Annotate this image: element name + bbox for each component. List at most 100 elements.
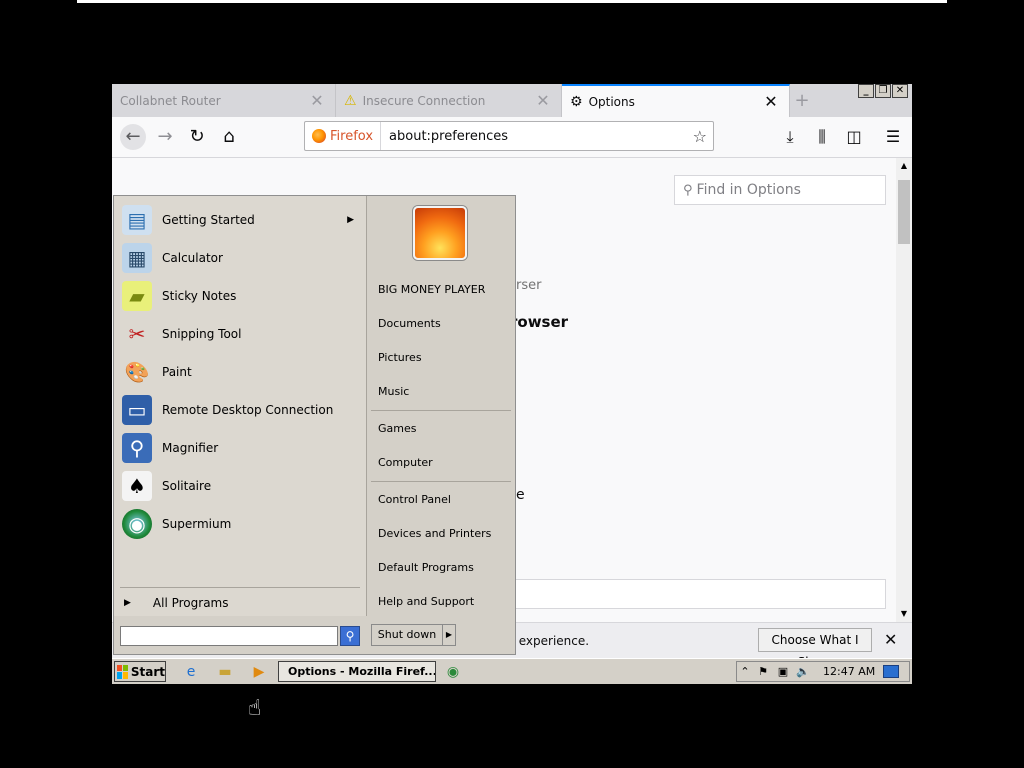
start-item-documents[interactable]: Documents — [378, 314, 441, 334]
start-item-music[interactable]: Music — [378, 382, 409, 402]
task-label: Options - Mozilla Firef... — [288, 665, 436, 678]
all-programs-label: All Programs — [152, 596, 229, 610]
start-search-input[interactable] — [120, 626, 338, 646]
start-item-control-panel[interactable]: Control Panel — [378, 490, 451, 510]
start-item-calculator[interactable]: ▦ Calculator — [122, 240, 362, 276]
windows-logo-icon — [117, 664, 128, 679]
start-user-name[interactable]: BIG MONEY PLAYER — [378, 280, 485, 300]
start-item-sticky-notes[interactable]: ▰ Sticky Notes — [122, 278, 362, 314]
notification-text: r experience. — [510, 634, 590, 648]
start-item-paint[interactable]: 🎨 Paint — [122, 354, 362, 390]
start-item-label: Snipping Tool — [162, 327, 242, 341]
back-arrow-icon[interactable]: ← — [120, 124, 146, 150]
remote-desktop-icon: ▭ — [122, 395, 152, 425]
start-menu-places: BIG MONEY PLAYER Documents Pictures Musi… — [367, 196, 515, 654]
content-text-fragment: e — [516, 487, 525, 503]
start-item-computer[interactable]: Computer — [378, 453, 433, 473]
start-item-games[interactable]: Games — [378, 419, 416, 439]
identity-label: Firefox — [330, 128, 374, 144]
submenu-arrow-icon: ▶ — [347, 215, 354, 225]
scroll-down-icon[interactable]: ▼ — [896, 606, 912, 622]
sidebar-icon[interactable]: ◫ — [841, 124, 867, 150]
choose-what-i-share-button[interactable]: Choose What I Share — [758, 628, 872, 669]
show-desktop-icon[interactable] — [883, 665, 900, 678]
tab-insecure-connection[interactable]: ⚠ Insecure Connection ✕ — [336, 84, 562, 117]
start-item-remote-desktop[interactable]: ▭ Remote Desktop Connection — [122, 392, 362, 428]
hamburger-menu-icon[interactable]: ☰ — [880, 124, 906, 150]
close-icon[interactable]: ✕ — [884, 630, 897, 649]
getting-started-icon: ▤ — [122, 205, 152, 235]
divider — [120, 587, 360, 588]
content-text-fragment: rser — [516, 278, 542, 293]
find-placeholder: Find in Options — [696, 182, 801, 198]
downloads-icon[interactable]: ⤓ — [777, 124, 803, 150]
reload-icon[interactable]: ↻ — [184, 124, 210, 150]
new-tab-icon[interactable]: + — [792, 90, 812, 111]
all-programs-item[interactable]: ▶ All Programs — [124, 596, 229, 610]
shutdown-button[interactable]: Shut down — [372, 625, 443, 645]
content-field[interactable] — [512, 579, 886, 609]
find-in-options-field[interactable]: ⚲ Find in Options — [674, 175, 886, 205]
action-center-flag-icon[interactable]: ⚑ — [753, 665, 773, 678]
start-item-default-programs[interactable]: Default Programs — [378, 558, 474, 578]
start-item-label: Calculator — [162, 251, 223, 265]
calculator-icon: ▦ — [122, 243, 152, 273]
start-item-label: Solitaire — [162, 479, 212, 493]
screen-top-strip — [77, 0, 947, 3]
url-text[interactable]: about:preferences — [389, 129, 693, 144]
scroll-thumb[interactable] — [898, 180, 910, 244]
window-caption-buttons: _ ❐ ✕ — [858, 84, 908, 98]
folder-icon[interactable]: ▬ — [216, 663, 234, 681]
internet-explorer-icon[interactable]: e — [182, 663, 200, 681]
search-icon[interactable]: ⚲ — [340, 626, 360, 646]
start-item-label: Paint — [162, 365, 192, 379]
snipping-tool-icon: ✂ — [128, 322, 146, 346]
tab-label: Insecure Connection — [362, 93, 486, 108]
start-button[interactable]: Start — [114, 661, 166, 682]
start-item-devices-and-printers[interactable]: Devices and Printers — [378, 524, 491, 544]
volume-icon[interactable]: 🔈 — [793, 665, 813, 678]
identity-box[interactable]: Firefox — [305, 122, 382, 150]
taskbar: Start e ▬ ▶ Options - Mozilla Firef... ◉… — [112, 658, 912, 684]
media-player-icon[interactable]: ▶ — [250, 663, 268, 681]
network-icon[interactable]: ▣ — [773, 665, 793, 678]
start-item-solitaire[interactable]: ♠ Solitaire — [122, 468, 362, 504]
supermium-icon: ◉ — [122, 509, 152, 539]
url-bar[interactable]: Firefox about:preferences ☆ — [304, 121, 714, 151]
tab-label: Options — [588, 94, 635, 109]
start-item-pictures[interactable]: Pictures — [378, 348, 422, 368]
system-tray: ⌃ ⚑ ▣ 🔈 12:47 AM — [736, 661, 910, 682]
tab-collabnet-router[interactable]: Collabnet Router ✕ — [112, 84, 336, 117]
tab-label: Collabnet Router — [120, 93, 221, 108]
taskbar-task-firefox[interactable]: Options - Mozilla Firef... — [278, 661, 436, 682]
tab-strip: Collabnet Router ✕ ⚠ Insecure Connection… — [112, 84, 912, 117]
bookmark-star-icon[interactable]: ☆ — [693, 127, 707, 146]
scroll-up-icon[interactable]: ▲ — [896, 158, 912, 174]
close-icon[interactable]: ✕ — [763, 92, 779, 111]
start-menu: ▤ Getting Started ▶ ▦ Calculator ▰ Stick… — [113, 195, 516, 655]
close-window-icon[interactable]: ✕ — [892, 84, 908, 98]
forward-arrow-icon[interactable]: → — [152, 124, 178, 150]
start-item-help-and-support[interactable]: Help and Support — [378, 592, 474, 612]
close-icon[interactable]: ✕ — [535, 91, 551, 110]
close-icon[interactable]: ✕ — [309, 91, 325, 110]
library-icon[interactable]: ⫼ — [809, 124, 835, 150]
shutdown-options-arrow-icon[interactable]: ▶ — [443, 625, 455, 645]
gear-icon: ⚙ — [570, 93, 583, 110]
clock[interactable]: 12:47 AM — [823, 665, 875, 678]
start-item-getting-started[interactable]: ▤ Getting Started ▶ — [122, 202, 362, 238]
restore-icon[interactable]: ❐ — [875, 84, 891, 98]
show-hidden-icons-icon[interactable]: ⌃ — [737, 665, 753, 678]
vertical-scrollbar[interactable]: ▲ ▼ — [896, 158, 912, 622]
content-heading-fragment: rowser — [510, 313, 569, 331]
supermium-icon[interactable]: ◉ — [444, 663, 462, 681]
start-item-snipping-tool[interactable]: ✂ Snipping Tool — [122, 316, 362, 352]
minimize-icon[interactable]: _ — [858, 84, 874, 98]
start-item-magnifier[interactable]: ⚲ Magnifier — [122, 430, 362, 466]
home-icon[interactable]: ⌂ — [216, 124, 242, 150]
tab-options[interactable]: ⚙ Options ✕ — [562, 84, 790, 117]
start-item-supermium[interactable]: ◉ Supermium — [122, 506, 362, 542]
navigation-toolbar: ← → ↻ ⌂ Firefox about:preferences ☆ ⤓ ⫼ … — [112, 117, 912, 158]
magnifier-icon: ⚲ — [122, 433, 152, 463]
user-picture[interactable] — [413, 206, 467, 260]
